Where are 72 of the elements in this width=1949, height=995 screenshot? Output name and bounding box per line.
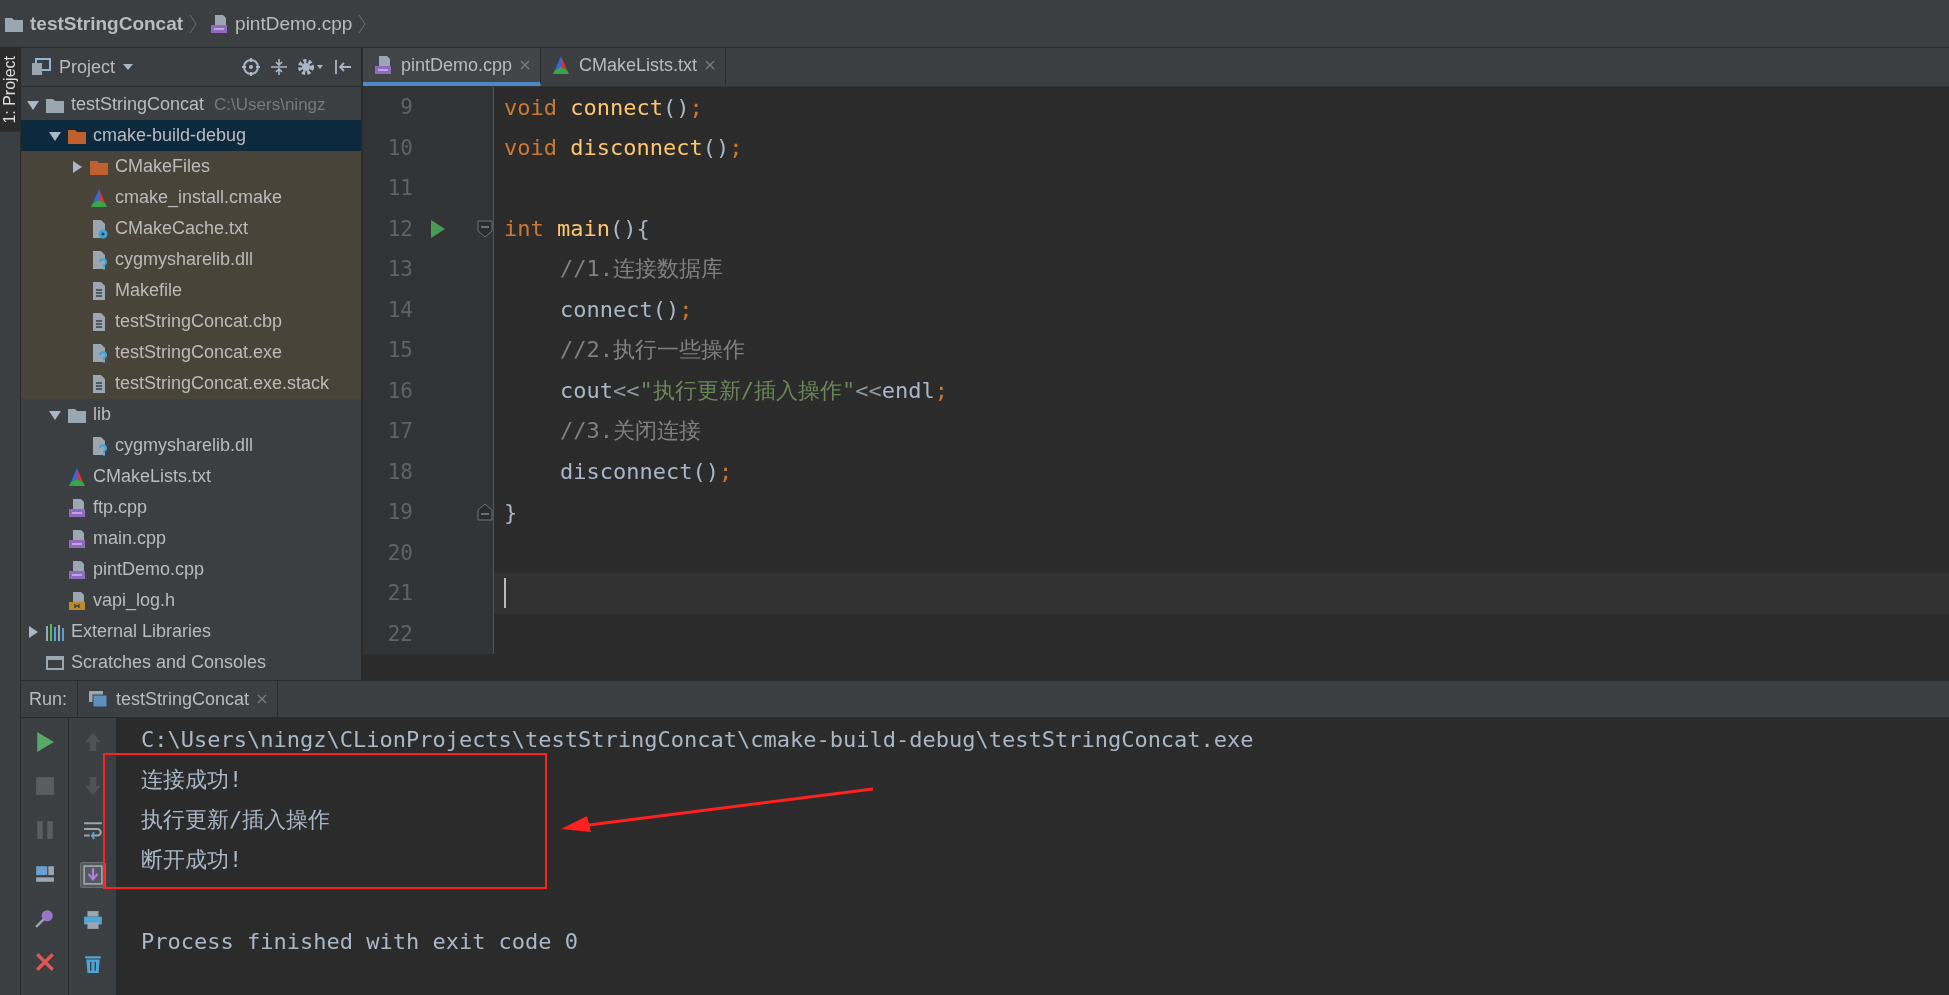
cpp-file-icon xyxy=(67,497,87,518)
tree-item[interactable]: Makefile xyxy=(21,275,361,306)
text-caret xyxy=(504,578,506,609)
scroll-to-end-icon[interactable] xyxy=(79,862,106,888)
code-line: void connect(); xyxy=(504,94,703,120)
dropdown-caret-icon[interactable] xyxy=(123,64,134,70)
tree-item[interactable]: CMakeLists.txt xyxy=(21,461,361,492)
output-line: 执行更新/插入操作 xyxy=(141,806,331,834)
close-icon[interactable] xyxy=(705,60,716,70)
code-line: disconnect(); xyxy=(560,459,733,485)
project-tool-tab[interactable]: 1: Project xyxy=(0,48,20,132)
project-view-icon xyxy=(31,57,51,77)
tree-item[interactable]: CMakeFiles xyxy=(21,151,361,182)
run-icon[interactable] xyxy=(431,219,445,238)
tree-item[interactable]: CMakeCache.txt xyxy=(21,213,361,244)
fold-marker-icon[interactable] xyxy=(477,503,493,522)
output-line: Process finished with exit code 0 xyxy=(141,928,579,956)
expanded-arrow-icon[interactable] xyxy=(49,408,61,421)
crosshair-icon[interactable] xyxy=(241,57,261,77)
code-line: connect(); xyxy=(560,297,693,323)
tree-item[interactable]: main.cpp xyxy=(21,523,361,554)
cpp-file-icon xyxy=(209,13,230,34)
output-line: 断开成功! xyxy=(141,846,243,874)
tree-item[interactable]: lib xyxy=(21,399,361,430)
tree-item[interactable]: testStringConcat.exe xyxy=(21,337,361,368)
tree-item[interactable]: cmake_install.cmake xyxy=(21,182,361,213)
code-line: } xyxy=(504,499,518,525)
run-tab[interactable]: testStringConcat xyxy=(77,681,279,717)
collapsed-arrow-icon[interactable] xyxy=(71,160,83,173)
expanded-arrow-icon[interactable] xyxy=(27,98,39,111)
hide-panel-icon[interactable] xyxy=(333,57,353,77)
fold-marker-icon[interactable] xyxy=(477,219,493,238)
triangle-icon xyxy=(67,466,87,487)
tree-item[interactable]: testStringConcat.cbp xyxy=(21,306,361,337)
gear-icon[interactable] xyxy=(297,57,325,77)
code-line: void disconnect(); xyxy=(504,135,743,161)
tree-item[interactable]: testStringConcat C:\Users\ningz xyxy=(21,89,361,120)
run-label: Run: xyxy=(28,688,69,710)
code-line: int main(){ xyxy=(504,216,650,242)
code-line: //1.连接数据库 xyxy=(560,255,723,284)
tree-item[interactable]: ftp.cpp xyxy=(21,492,361,523)
view-selector[interactable]: Project xyxy=(59,56,116,78)
output-line: C:\Users\ningz\CLionProjects\testStringConcat\cmake-build-debug\testStringConcat.exe xyxy=(141,726,1254,754)
tree-item[interactable]: testStringConcat.exe.stack xyxy=(21,368,361,399)
tree-item[interactable]: cygmysharelib.dll xyxy=(21,244,361,275)
expanded-arrow-icon[interactable] xyxy=(49,129,61,142)
triangle-icon xyxy=(551,55,572,75)
triangle-icon xyxy=(89,187,109,208)
code-line: //3.关闭连接 xyxy=(560,417,701,446)
collapse-all-icon[interactable] xyxy=(269,57,289,77)
output-line: 连接成功! xyxy=(141,766,243,794)
cpp-file-icon xyxy=(67,559,87,580)
cpp-file-icon xyxy=(373,55,393,75)
console-icon xyxy=(88,689,109,709)
close-icon[interactable] xyxy=(520,60,531,70)
header-file-icon xyxy=(67,590,87,611)
tree-item[interactable]: cmake-build-debug xyxy=(21,120,361,151)
tree-item[interactable]: External Libraries xyxy=(21,616,361,647)
cpp-file-icon xyxy=(67,528,87,549)
code-line: cout<<"执行更新/插入操作"<<endl; xyxy=(560,376,948,405)
editor-tab[interactable]: pintDemo.cpp xyxy=(363,48,542,86)
tree-item[interactable]: pintDemo.cpp xyxy=(21,554,361,585)
breadcrumb-item[interactable]: pintDemo.cpp xyxy=(205,12,359,35)
collapsed-arrow-icon[interactable] xyxy=(27,625,39,638)
code-line: //2.执行一些操作 xyxy=(560,336,745,365)
bars-icon xyxy=(45,621,65,642)
breadcrumb-item[interactable]: testStringConcat xyxy=(0,12,190,35)
tree-item[interactable]: cygmysharelib.dll xyxy=(21,430,361,461)
tree-item[interactable]: vapi_log.h xyxy=(21,585,361,616)
close-icon[interactable] xyxy=(257,694,268,704)
editor-tab[interactable]: CMakeLists.txt xyxy=(541,48,727,86)
tree-item[interactable]: Scratches and Consoles xyxy=(21,647,361,678)
